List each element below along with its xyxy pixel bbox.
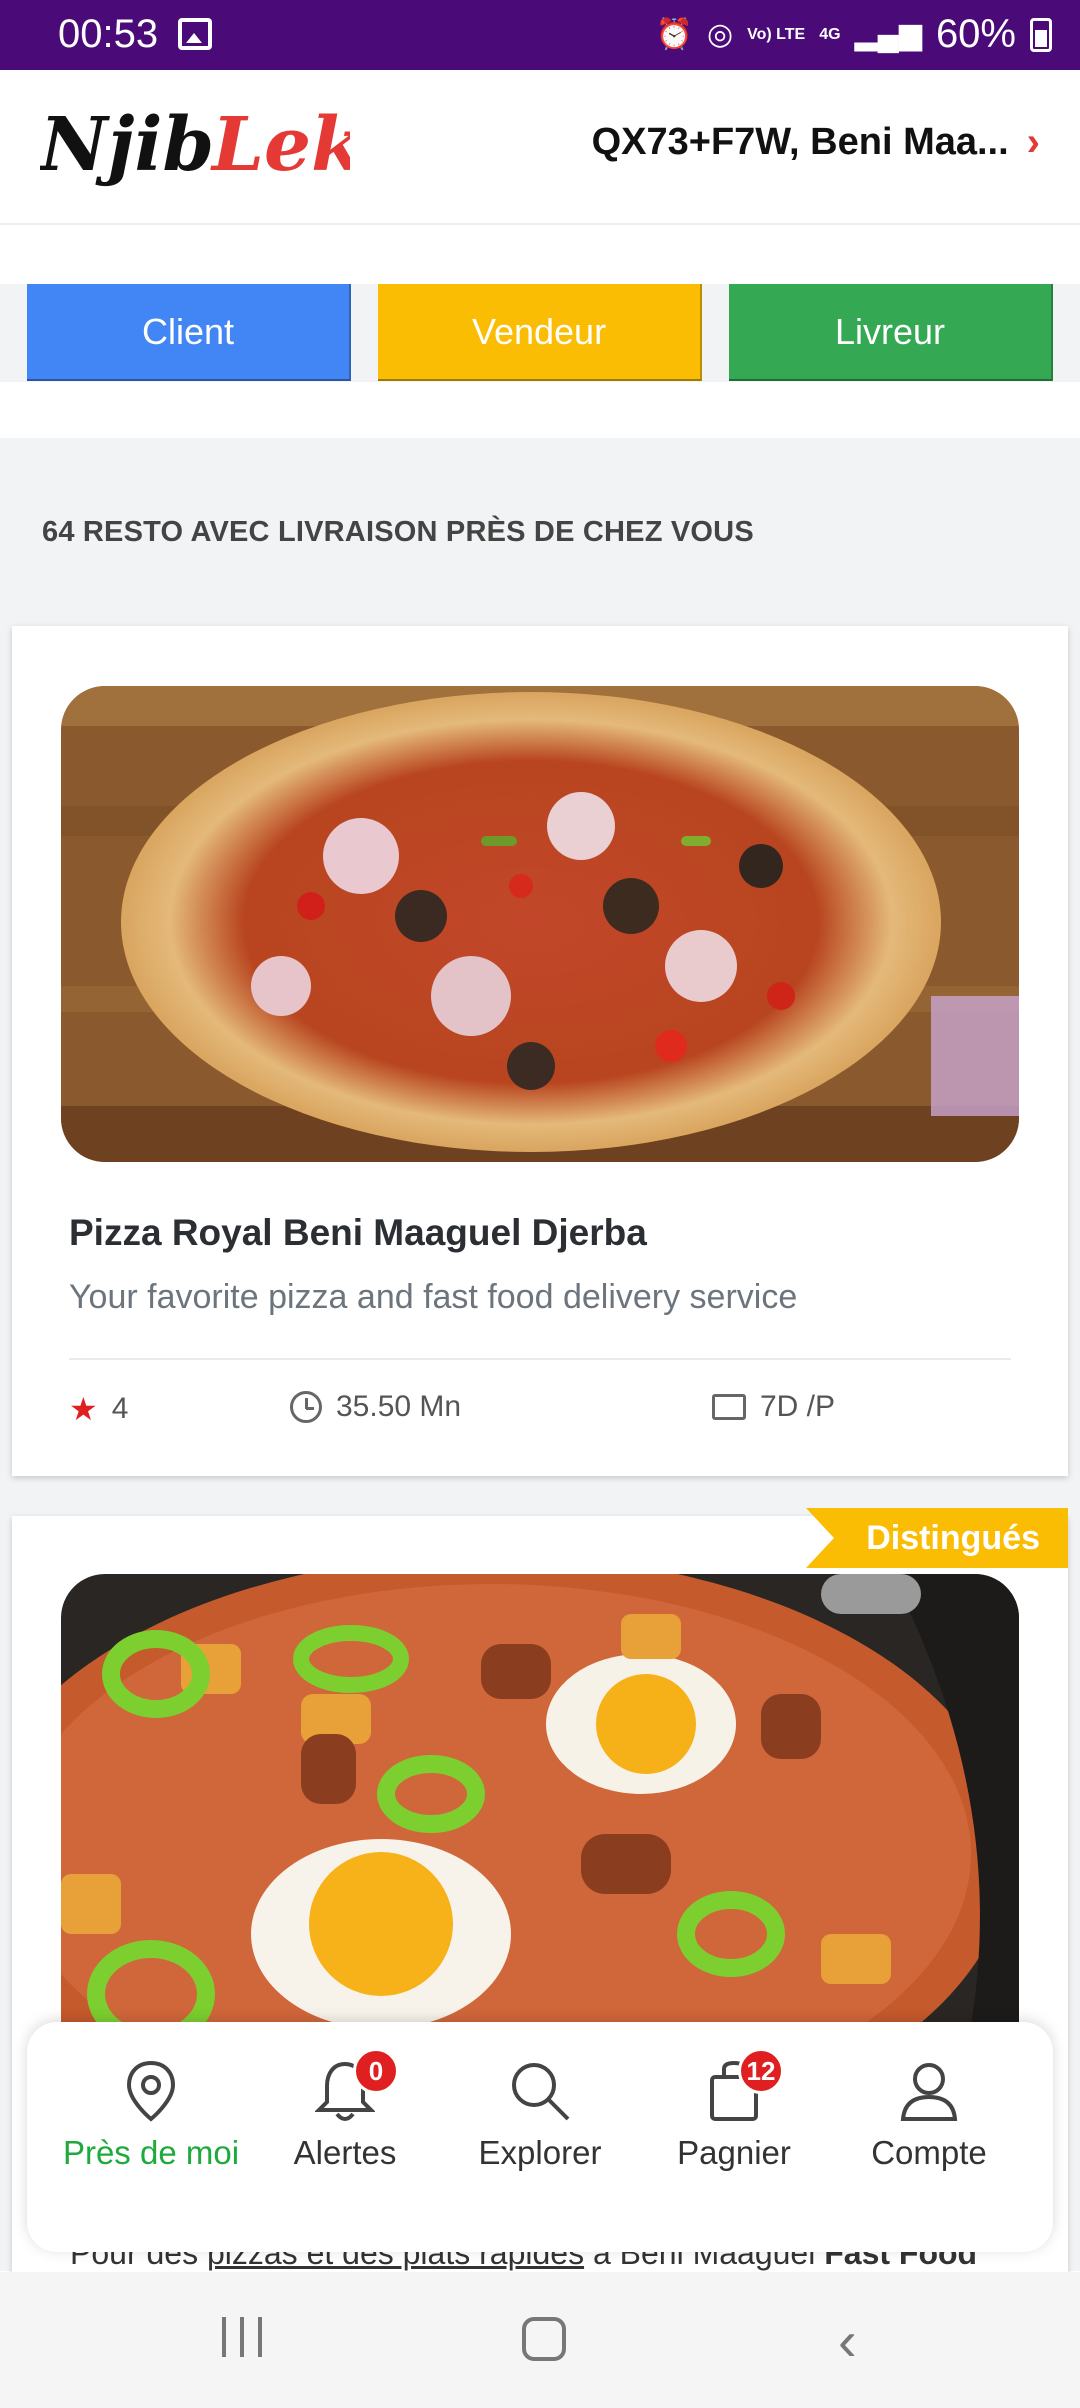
recents-button[interactable] [222, 2317, 262, 2357]
location-selector[interactable]: QX73+F7W, Beni Maa... › [592, 120, 1040, 165]
livreur-button[interactable]: Livreur [729, 284, 1053, 381]
results-count: 64 RESTO AVEC LIVRAISON PRÈS DE CHEZ VOU… [42, 516, 754, 548]
folder-icon [712, 1394, 746, 1420]
pizza-image[interactable] [61, 686, 1019, 1162]
nav-label: Pagnier [677, 2134, 791, 2171]
search-icon [450, 2054, 630, 2128]
shopping-bag-icon: 12 [644, 2048, 824, 2128]
user-icon [839, 2054, 1019, 2128]
nav-label: Alertes [293, 2134, 397, 2171]
location-text: QX73+F7W, Beni Maa... [591, 121, 1009, 163]
vendeur-button[interactable]: Vendeur [378, 284, 702, 381]
status-icons: ⏰ ◎ Vo) LTE 4G ▂▄▆ 60% [656, 12, 1052, 57]
hotspot-icon: ◎ [706, 18, 734, 51]
distingues-badge: Distingués [806, 1508, 1068, 1568]
volte-indicator: Vo) LTE [747, 25, 806, 43]
rating-value: 4 [111, 1392, 129, 1425]
nav-compte[interactable]: Compte [839, 2054, 1019, 2178]
status-time: 00:53 [58, 12, 159, 56]
alerts-count-badge: 0 [353, 2048, 399, 2094]
chevron-right-icon: › [1026, 120, 1040, 164]
nav-label: Explorer [478, 2134, 602, 2171]
restaurant-card[interactable]: Pizza Royal Beni Maaguel Djerba Your fav… [12, 626, 1068, 1476]
home-button[interactable] [522, 2317, 566, 2361]
delivery-fee: 35.50 Mn [290, 1390, 461, 1424]
star-icon: ★ [69, 1391, 98, 1427]
schedule-value: 7D /P [760, 1390, 836, 1423]
client-button[interactable]: Client [27, 284, 351, 381]
results-header: 64 RESTO AVEC LIVRAISON PRÈS DE CHEZ VOU… [0, 438, 1080, 591]
map-pin-icon [61, 2054, 241, 2128]
system-navigation-bar: ‹ [0, 2272, 1080, 2408]
nav-label: Compte [871, 2134, 987, 2171]
bell-icon: 0 [255, 2048, 435, 2128]
delivery-fee-value: 35.50 Mn [336, 1390, 462, 1423]
network-type: 4G [819, 25, 841, 43]
ojja-merguez-image[interactable] [61, 1574, 1019, 2074]
cart-count-badge: 12 [738, 2048, 784, 2094]
app-header: Njib Lek QX73+F7W, Beni Maa... › [0, 70, 1080, 225]
schedule: 7D /P [712, 1390, 835, 1424]
rating: ★ 4 [69, 1390, 128, 1428]
restaurant-name[interactable]: Pizza Royal Beni Maaguel Djerba [69, 1212, 647, 1254]
nav-pres-de-moi[interactable]: Près de moi [61, 2054, 241, 2178]
nav-label: Près de moi [62, 2134, 240, 2171]
logo-part2: Lek [210, 102, 350, 188]
nav-explorer[interactable]: Explorer [450, 2054, 630, 2178]
bottom-navigation: Près de moi 0 Alertes Explorer 12 Pagnie… [27, 2022, 1053, 2252]
nav-alertes[interactable]: 0 Alertes [255, 2048, 435, 2178]
restaurant-description: Your favorite pizza and fast food delive… [69, 1278, 798, 1316]
logo-graphic: Njib Lek [38, 102, 362, 188]
njiblek-logo[interactable]: Njib Lek [38, 100, 362, 200]
card-divider [69, 1358, 1011, 1360]
logo-part1: Njib [40, 102, 214, 188]
gallery-notification-icon [178, 18, 212, 50]
clock-icon [290, 1391, 322, 1423]
nav-pagnier[interactable]: 12 Pagnier [644, 2048, 824, 2178]
back-button[interactable]: ‹ [838, 2308, 857, 2373]
status-bar: 00:53 ⏰ ◎ Vo) LTE 4G ▂▄▆ 60% [0, 0, 1080, 70]
signal-icon: ▂▄▆ [854, 18, 922, 51]
battery-icon [1030, 17, 1052, 52]
alarm-icon: ⏰ [655, 18, 693, 51]
battery-percent: 60% [935, 12, 1016, 56]
